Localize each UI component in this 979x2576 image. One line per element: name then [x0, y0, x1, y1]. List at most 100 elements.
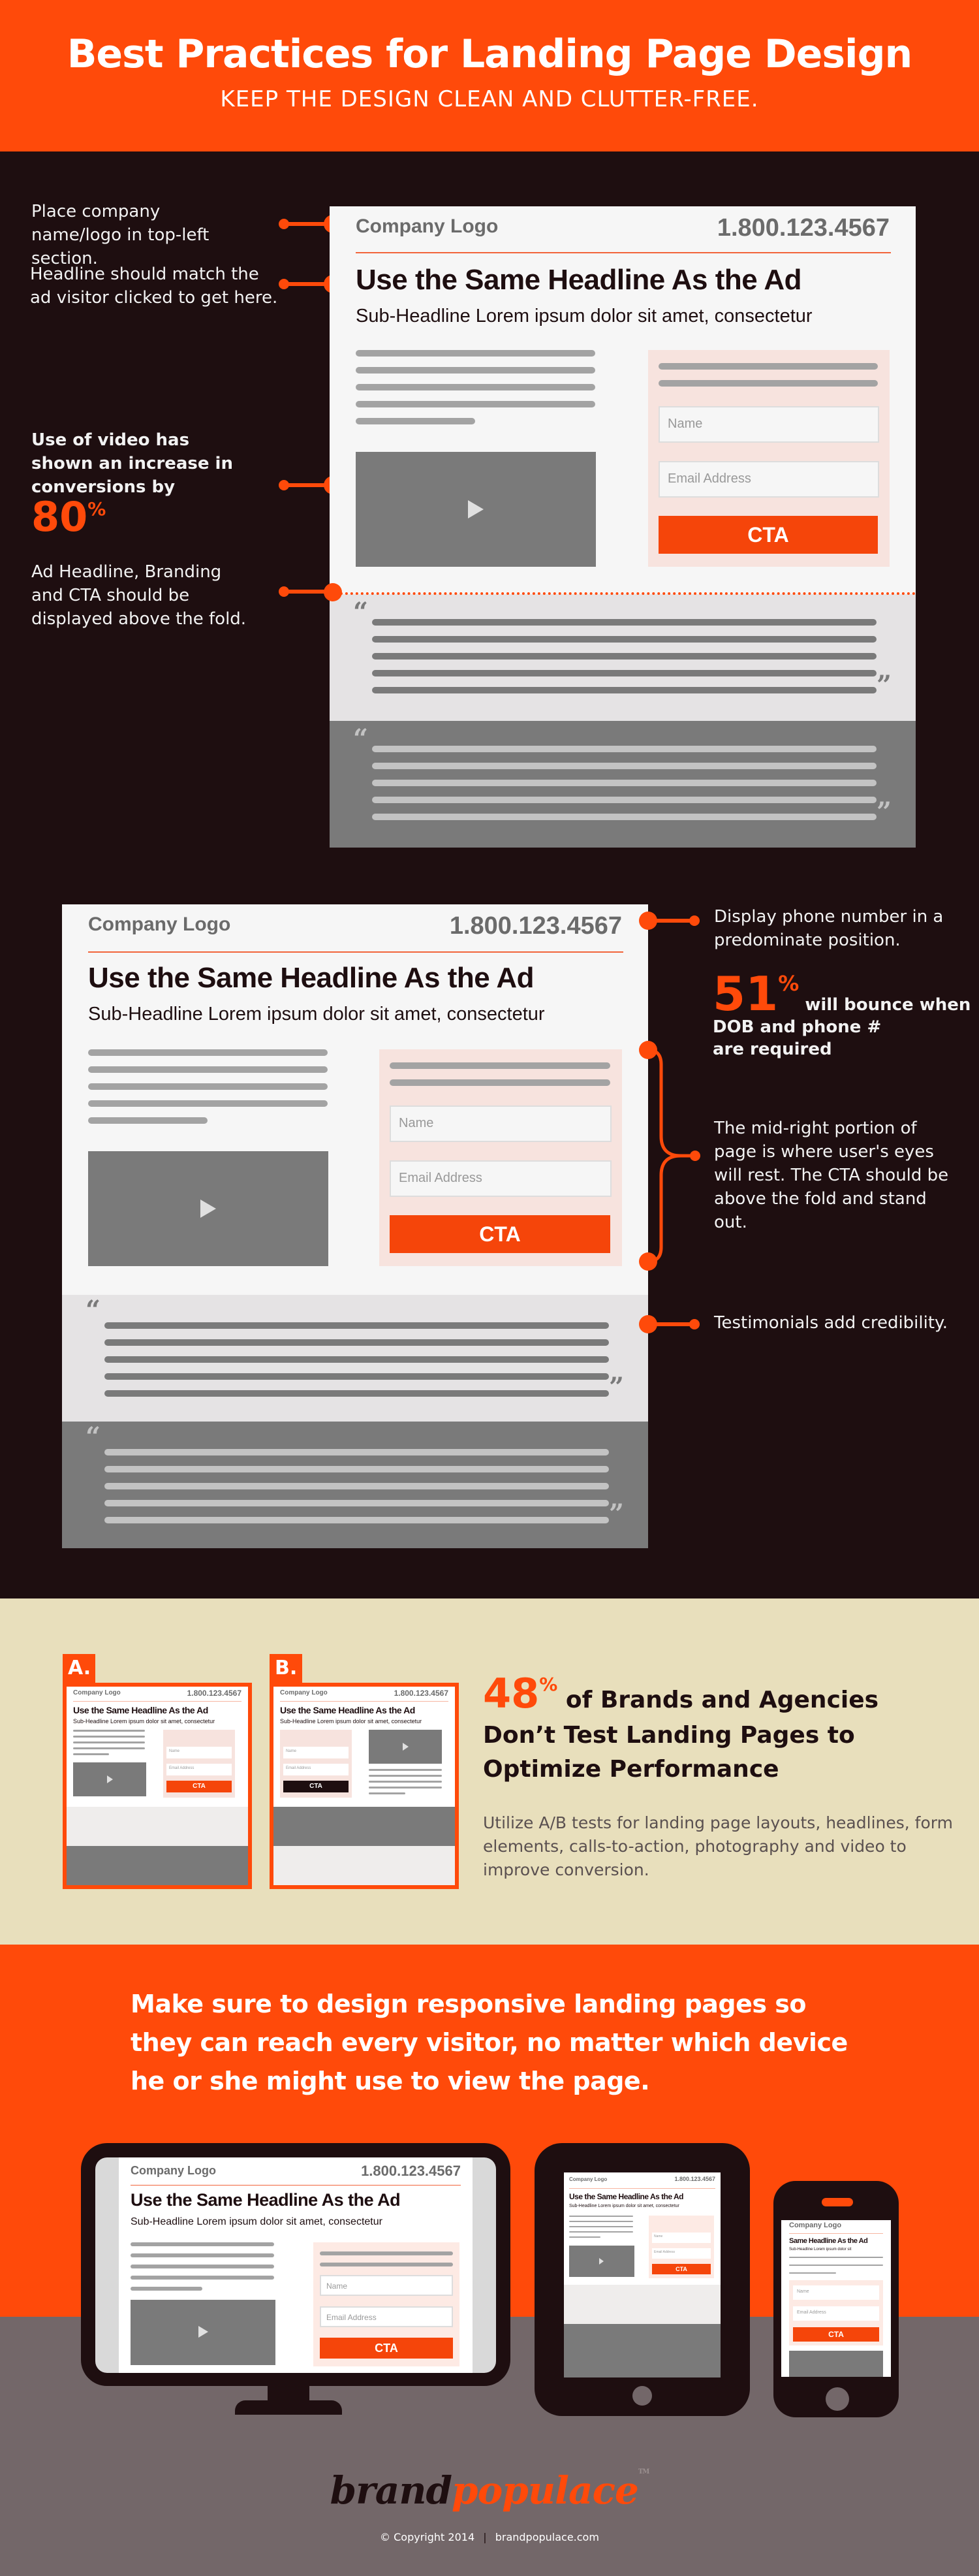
connector-dot — [689, 915, 700, 926]
text-placeholder-line — [356, 384, 595, 390]
mock-company-logo: Company Logo — [88, 914, 231, 935]
name-field[interactable]: Name — [390, 1105, 612, 1142]
mock-subheadline: Sub-Headline Lorem ipsum dolor sit — [789, 2248, 852, 2251]
quote-open-icon: “ — [353, 597, 369, 628]
testimonial-line — [104, 1483, 609, 1489]
bounce-text-1: will bounce when — [805, 995, 971, 1015]
mock-company-logo: Company Logo — [280, 1689, 328, 1696]
cta-button[interactable]: CTA — [659, 516, 878, 554]
testimonial-block-light — [67, 1807, 248, 1846]
mock-subheadline: Sub-Headline Lorem ipsum dolor sit amet,… — [88, 1004, 545, 1025]
testimonial-block-light: “ ” — [330, 594, 916, 721]
text-placeholder-line — [131, 2253, 274, 2257]
testimonial-block-dark — [67, 1846, 248, 1885]
page-title: Best Practices for Landing Page Design — [67, 31, 913, 77]
logo-brand: brand — [330, 2468, 452, 2513]
lead-form: Name Email Address CTA — [379, 1049, 622, 1266]
text-placeholder-line — [356, 350, 595, 357]
name-field[interactable]: Name — [659, 406, 879, 443]
tablet-home-button — [632, 2386, 652, 2406]
testimonial-line — [372, 670, 877, 676]
text-placeholder-line — [569, 2231, 633, 2233]
quote-close-icon: ” — [877, 797, 892, 827]
footer-copyright: © Copyright 2014 | brandpopulace.com — [0, 2531, 979, 2543]
text-placeholder-line — [131, 2287, 202, 2291]
cta-button: CTA — [320, 2338, 453, 2359]
copyright-text: © Copyright 2014 — [380, 2531, 475, 2543]
mock-headline: Same Headline As the Ad — [789, 2237, 868, 2245]
email-field[interactable]: Email Address — [659, 461, 879, 498]
lead-form: Name Email Address CTA — [789, 2280, 883, 2345]
play-icon — [403, 1743, 409, 1751]
text-placeholder-line — [73, 1753, 109, 1755]
connector-line — [284, 483, 330, 487]
email-field: Email Address — [166, 1764, 232, 1775]
text-placeholder-line — [569, 2226, 633, 2227]
text-placeholder-line — [88, 1066, 328, 1073]
testimonial-line — [104, 1373, 609, 1380]
form-text-line — [659, 380, 878, 387]
mock-headline: Use the Same Headline As the Ad — [88, 962, 535, 994]
text-placeholder-line — [569, 2236, 600, 2238]
phone-home-button — [826, 2387, 849, 2411]
mock-phone-number: 1.800.123.4567 — [187, 1689, 241, 1698]
text-placeholder-line — [88, 1117, 208, 1124]
lead-form: Name Email Address CTA — [163, 1730, 235, 1798]
testimonial-line — [372, 763, 877, 769]
quote-close-icon: ” — [609, 1372, 625, 1403]
mock-divider — [73, 1701, 241, 1702]
testimonial-line — [372, 636, 877, 643]
page-subtitle: KEEP THE DESIGN CLEAN AND CLUTTER-FREE. — [220, 86, 759, 112]
mock-headline: Use the Same Headline As the Ad — [280, 1705, 415, 1715]
testimonial-line — [104, 1466, 609, 1472]
testimonial-line — [372, 814, 877, 820]
video-placeholder[interactable] — [88, 1151, 328, 1266]
play-icon — [599, 2258, 604, 2265]
testimonial-line — [104, 1500, 609, 1506]
play-icon — [200, 1200, 216, 1218]
text-placeholder-line — [131, 2242, 274, 2246]
cta-button[interactable]: CTA — [390, 1215, 610, 1253]
video-placeholder — [73, 1762, 146, 1796]
responsive-message: Make sure to design responsive landing p… — [131, 1990, 848, 2095]
video-stat-pct: % — [87, 498, 106, 520]
text-placeholder-line — [73, 1741, 145, 1743]
logo-populace: populace — [452, 2468, 639, 2513]
text-placeholder-line — [369, 1792, 405, 1794]
text-placeholder-line — [356, 418, 475, 424]
text-placeholder-line — [369, 1769, 442, 1771]
monitor-stand — [235, 2400, 342, 2415]
bounce-text-2: DOB and phone # — [713, 1017, 882, 1037]
text-placeholder-line — [88, 1083, 328, 1090]
tablet-screen: Company Logo 1.800.123.4567 Use the Same… — [564, 2172, 721, 2377]
connector-line — [284, 222, 330, 226]
text-placeholder-line — [789, 2257, 883, 2258]
form-text-line — [320, 2263, 453, 2266]
mock-phone-number: 1.800.123.4567 — [449, 912, 622, 940]
quote-close-icon: ” — [877, 670, 892, 701]
variant-b-label: B. — [270, 1654, 302, 1685]
mock-subheadline: Sub-Headline Lorem ipsum dolor sit amet,… — [131, 2216, 382, 2227]
phone-speaker — [822, 2198, 853, 2206]
video-placeholder — [369, 1730, 442, 1764]
play-icon — [468, 500, 484, 518]
video-placeholder[interactable] — [356, 452, 596, 567]
note-headline-match: Headline should match the ad visitor cli… — [30, 264, 278, 308]
bounce-stat-pct: % — [778, 971, 800, 996]
connector-line — [284, 590, 330, 594]
text-placeholder-line — [73, 1730, 145, 1732]
email-field[interactable]: Email Address — [390, 1160, 612, 1197]
note-logo-placement: Place company name/logo in top-left sect… — [31, 202, 210, 268]
quote-open-icon: “ — [353, 724, 369, 754]
note-testimonials: Testimonials add credibility. — [714, 1313, 948, 1333]
play-icon — [107, 1775, 113, 1783]
testimonial-line — [372, 780, 877, 786]
cta-button: CTA — [793, 2327, 879, 2342]
mock-headline: Use the Same Headline As the Ad — [131, 2190, 401, 2210]
cta-bracket-connector — [639, 1041, 700, 1271]
text-placeholder-line — [789, 2272, 836, 2274]
cta-button: CTA — [652, 2264, 711, 2274]
monitor-neck — [268, 2386, 309, 2402]
video-stat-number: 80 — [31, 493, 88, 541]
website-link[interactable]: brandpopulace.com — [495, 2531, 599, 2543]
